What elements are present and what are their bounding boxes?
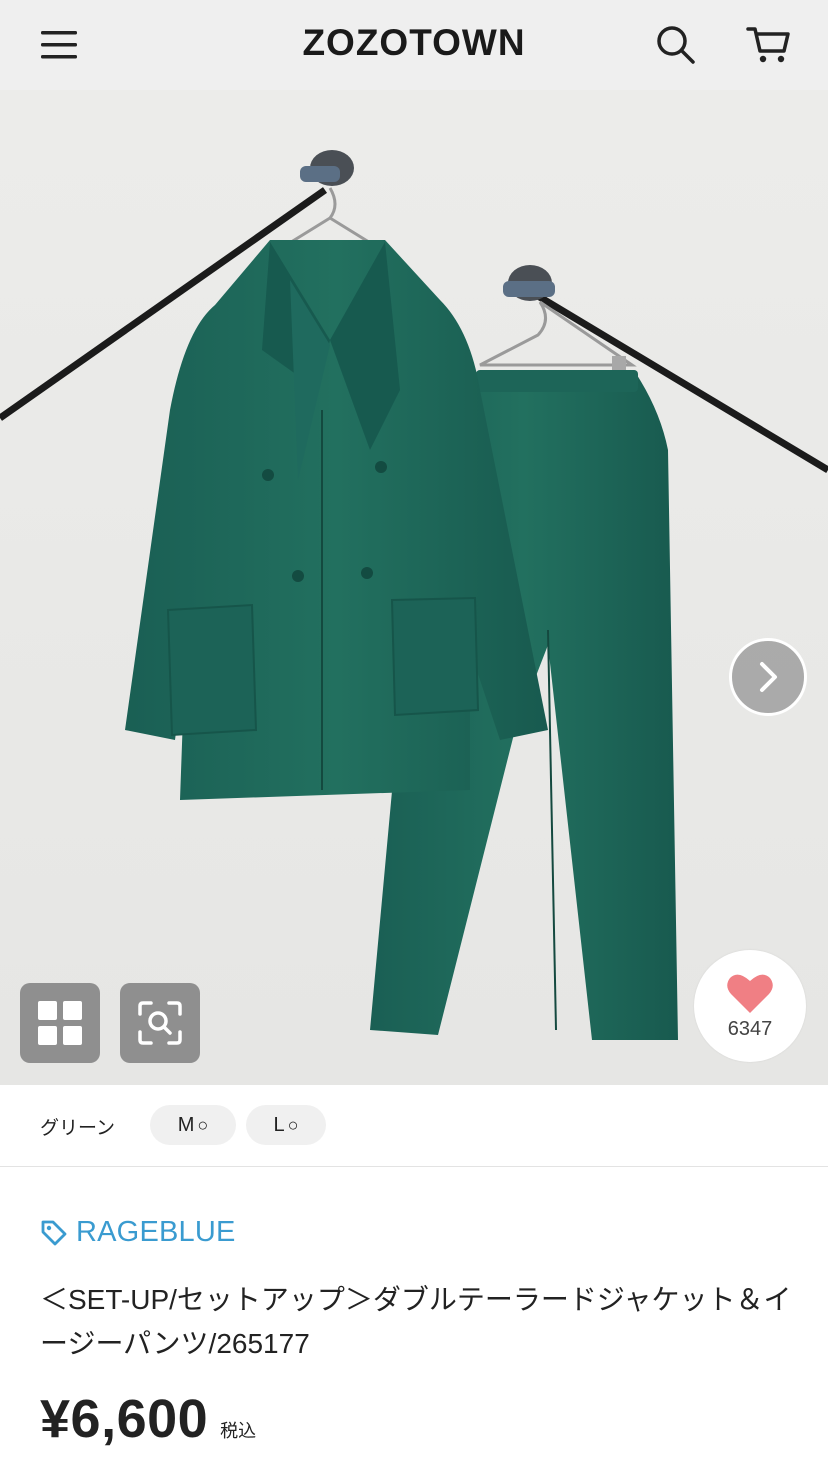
product-price: ¥6,600	[40, 1389, 209, 1449]
favorite-count: 6347	[727, 1017, 773, 1040]
image-list-button[interactable]	[20, 983, 100, 1063]
zoom-scan-icon	[138, 1001, 182, 1045]
variant-selector: グリーン M ○ L ○	[0, 1085, 828, 1167]
size-label: M	[177, 1113, 195, 1136]
size-chip-m[interactable]: M ○	[150, 1105, 236, 1145]
chevron-right-icon	[760, 662, 777, 692]
stock-indicator: ○	[197, 1114, 209, 1135]
brand-link[interactable]: RAGEBLUE	[40, 1216, 236, 1249]
size-label: L	[273, 1113, 285, 1136]
price-row: ¥6,600 税込	[40, 1388, 256, 1450]
heart-icon	[727, 974, 773, 1013]
product-photo	[0, 90, 828, 1085]
top-header: ZOZOTOWN	[0, 0, 828, 90]
grid-icon	[38, 1001, 82, 1045]
tax-label: 税込	[220, 1421, 257, 1441]
favorite-button[interactable]: 6347	[694, 950, 806, 1062]
zoom-button[interactable]	[120, 983, 200, 1063]
cart-icon	[746, 27, 790, 63]
next-image-button[interactable]	[729, 638, 807, 716]
search-button[interactable]	[641, 12, 711, 78]
product-image-carousel[interactable]: 6347	[0, 90, 828, 1085]
tag-icon	[41, 1220, 67, 1245]
search-icon	[657, 26, 695, 64]
cart-button[interactable]	[733, 12, 803, 78]
brand-name: RAGEBLUE	[76, 1216, 236, 1248]
color-label: グリーン	[40, 1118, 116, 1139]
product-title: ＜SET-UP/セットアップ＞ダブルテーラードジャケット＆イージーパンツ/265…	[40, 1284, 792, 1359]
size-chip-l[interactable]: L ○	[246, 1105, 326, 1145]
stock-indicator: ○	[287, 1114, 299, 1135]
